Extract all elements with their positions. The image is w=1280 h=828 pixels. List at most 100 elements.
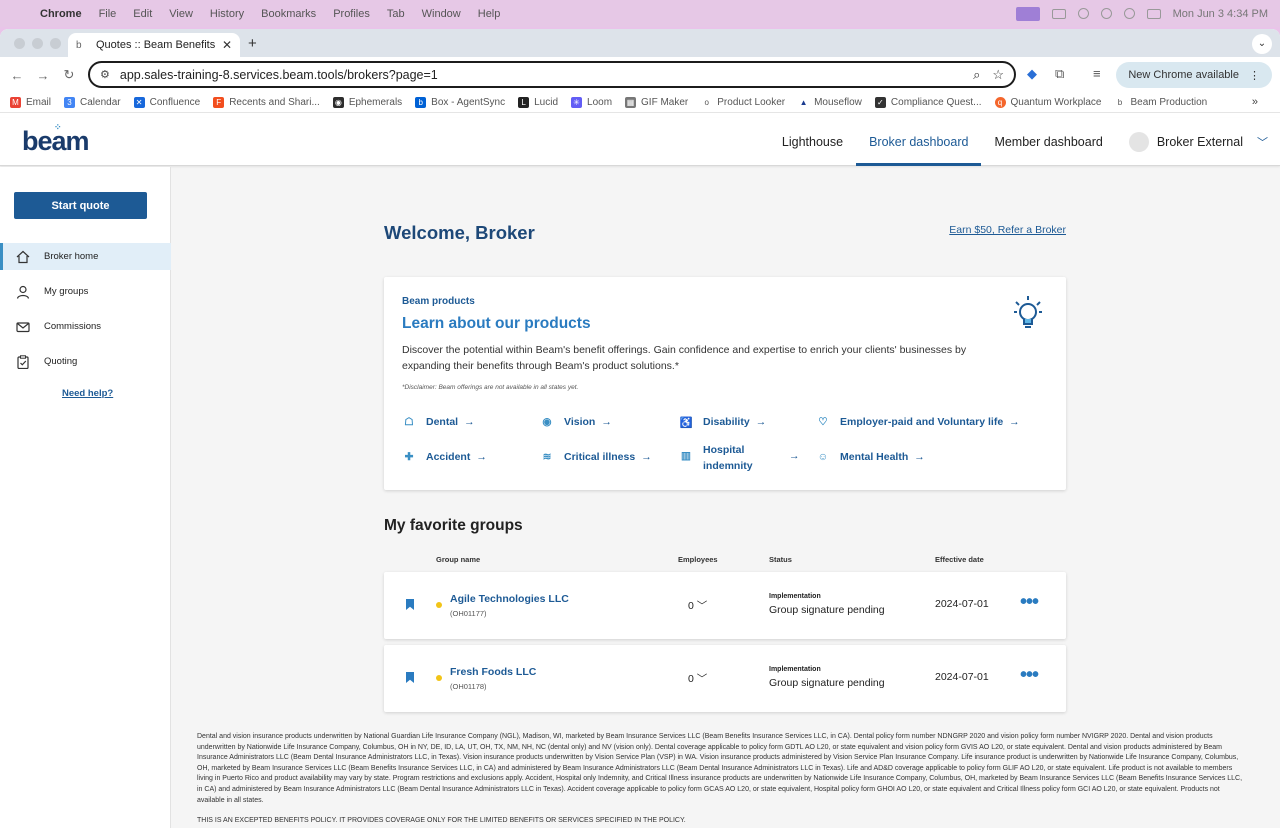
bookmark-star-icon[interactable]: ☆ [992,67,1004,83]
wifi-icon[interactable] [1100,8,1112,19]
forward-button[interactable]: → [30,68,56,83]
menu-profiles[interactable]: Profiles [333,8,370,20]
products-card: Beam products Learn about our products D… [384,277,1066,490]
column-header-employees: Employees [678,555,718,564]
page-title: Welcome, Broker [384,222,535,243]
menu-help[interactable]: Help [478,8,501,20]
status-dot [436,602,442,608]
bookmark-icon[interactable] [406,672,414,683]
zoom-icon[interactable]: ⌕ [973,67,980,83]
battery-icon[interactable] [1051,8,1066,19]
sidebar-item-commissions[interactable]: Commissions [0,313,171,340]
refer-broker-link[interactable]: Earn $50, Refer a Broker [949,224,1066,236]
menu-edit[interactable]: Edit [133,8,152,20]
menu-file[interactable]: File [99,8,117,20]
clock[interactable]: Mon Jun 3 4:34 PM [1173,8,1268,20]
bookmark-recents[interactable]: F Recents and Shari... [213,97,320,108]
browser-tab[interactable]: b Quotes :: Beam Benefits ✕ [68,33,240,57]
bookmark-box[interactable]: b Box - AgentSync [415,97,505,108]
product-link-disability[interactable]: ♿ Disability → [679,415,766,429]
calendar-icon: 3 [64,97,76,108]
product-link-dental[interactable]: ☖ Dental → [402,415,474,429]
group-id: (OH01178) [450,682,487,691]
bookmark-mouseflow[interactable]: ▲ Mouseflow [798,97,862,108]
nav-links: Lighthouse Broker dashboard Member dashb… [769,118,1280,166]
sidebar-item-quoting[interactable]: Quoting [0,348,171,375]
bookmark-compliance[interactable]: ✓ Compliance Quest... [874,97,982,108]
product-link-life[interactable]: ♡ Employer-paid and Voluntary life → [816,415,1019,429]
bookmark-quantum[interactable]: q Quantum Workplace [994,97,1101,108]
bookmark-confluence[interactable]: ✕ Confluence [133,97,200,108]
screen-share-icon[interactable] [1015,6,1040,21]
search-icon[interactable] [1123,8,1135,19]
loom-icon: ✳ [571,97,583,108]
bookmark-icon[interactable] [406,599,414,610]
menu-history[interactable]: History [210,8,244,20]
nav-member-dashboard[interactable]: Member dashboard [981,118,1115,166]
new-tab-button[interactable]: + [248,35,257,52]
more-options-icon[interactable]: ••• [1020,591,1039,614]
minimize-window-button[interactable] [32,38,43,49]
menu-window[interactable]: Window [422,8,461,20]
menu-bookmarks[interactable]: Bookmarks [261,8,316,20]
menu-view[interactable]: View [169,8,193,20]
zoom-window-button[interactable] [50,38,61,49]
reload-button[interactable]: ↻ [56,67,82,83]
extension-icon[interactable]: ◆ [1027,66,1037,82]
back-button[interactable]: ← [4,68,30,83]
arrow-right-icon: → [601,416,612,428]
address-bar[interactable]: ⚙ app.sales-training-8.services.beam.too… [88,61,1016,88]
extensions-puzzle-icon[interactable]: ⧉ [1055,66,1064,82]
compliance-icon: ✓ [874,97,886,108]
sidebar-item-broker-home[interactable]: Broker home [0,243,171,270]
hospital-icon: ▥ [681,450,691,462]
column-header-status: Status [769,555,792,564]
sidebar-item-my-groups[interactable]: My groups [0,278,171,305]
bookmark-ephemerals[interactable]: ◉ Ephemerals [332,97,402,108]
user-name: Broker External [1156,135,1243,149]
products-disclaimer: *Disclaimer: Beam offerings are not avai… [402,384,579,391]
bookmark-beam-production[interactable]: b Beam Production [1114,97,1207,108]
nav-broker-dashboard[interactable]: Broker dashboard [856,118,982,166]
tab-search-chevron-icon[interactable]: ⌄ [1252,34,1272,54]
bookmark-product-looker[interactable]: o Product Looker [701,97,785,108]
menu-tab[interactable]: Tab [387,8,405,20]
table-row: Agile Technologies LLC (OH01177) 0 ﹀ Imp… [384,572,1066,639]
close-tab-icon[interactable]: ✕ [222,38,232,52]
product-link-critical-illness[interactable]: ≋ Critical illness → [540,450,652,464]
user-menu[interactable]: Broker External ﹀ [1116,132,1280,152]
employees-dropdown[interactable]: 0 ﹀ [688,671,707,686]
group-name-link[interactable]: Fresh Foods LLC [450,666,536,678]
beam-logo[interactable]: ⁘ beam [22,122,90,157]
nav-lighthouse[interactable]: Lighthouse [769,118,856,166]
browser-window: b Quotes :: Beam Benefits ✕ + ⌄ ← → ↻ ⚙ … [0,29,1280,828]
reading-list-icon[interactable]: ≡ [1093,66,1101,81]
bookmark-gif-maker[interactable]: ▦ GIF Maker [625,97,688,108]
product-link-accident[interactable]: ✚ Accident → [402,450,487,464]
start-quote-button[interactable]: Start quote [14,192,147,219]
site-settings-icon[interactable]: ⚙ [100,68,110,81]
control-center-icon[interactable] [1146,8,1161,19]
bookmark-lucid[interactable]: L Lucid [518,97,558,108]
kebab-menu-icon[interactable]: ⋮ [1249,69,1260,82]
bookmark-email[interactable]: M Email [10,97,51,108]
chrome-update-button[interactable]: New Chrome available ⋮ [1116,62,1272,88]
sidebar-item-label: Broker home [44,251,99,262]
more-bookmarks-icon[interactable]: » [1252,96,1258,108]
need-help-link[interactable]: Need help? [62,388,113,399]
home-icon [16,250,30,264]
product-link-mental-health[interactable]: ☺ Mental Health → [816,450,925,464]
employees-dropdown[interactable]: 0 ﹀ [688,598,707,613]
close-window-button[interactable] [14,38,25,49]
product-link-vision[interactable]: ◉ Vision → [540,415,612,429]
group-name-link[interactable]: Agile Technologies LLC [450,593,569,605]
bluetooth-icon[interactable] [1077,8,1089,19]
product-link-hospital-indemnity[interactable]: ▥ Hospital indemnity → [679,442,799,474]
bookmark-calendar[interactable]: 3 Calendar [64,97,121,108]
url-text[interactable]: app.sales-training-8.services.beam.tools… [120,68,961,82]
logo-dots: ⁘ [54,122,63,132]
menu-app[interactable]: Chrome [40,8,82,20]
more-options-icon[interactable]: ••• [1020,664,1039,687]
browser-toolbar: ← → ↻ ⚙ app.sales-training-8.services.be… [0,57,1280,93]
bookmark-loom[interactable]: ✳ Loom [571,97,612,108]
